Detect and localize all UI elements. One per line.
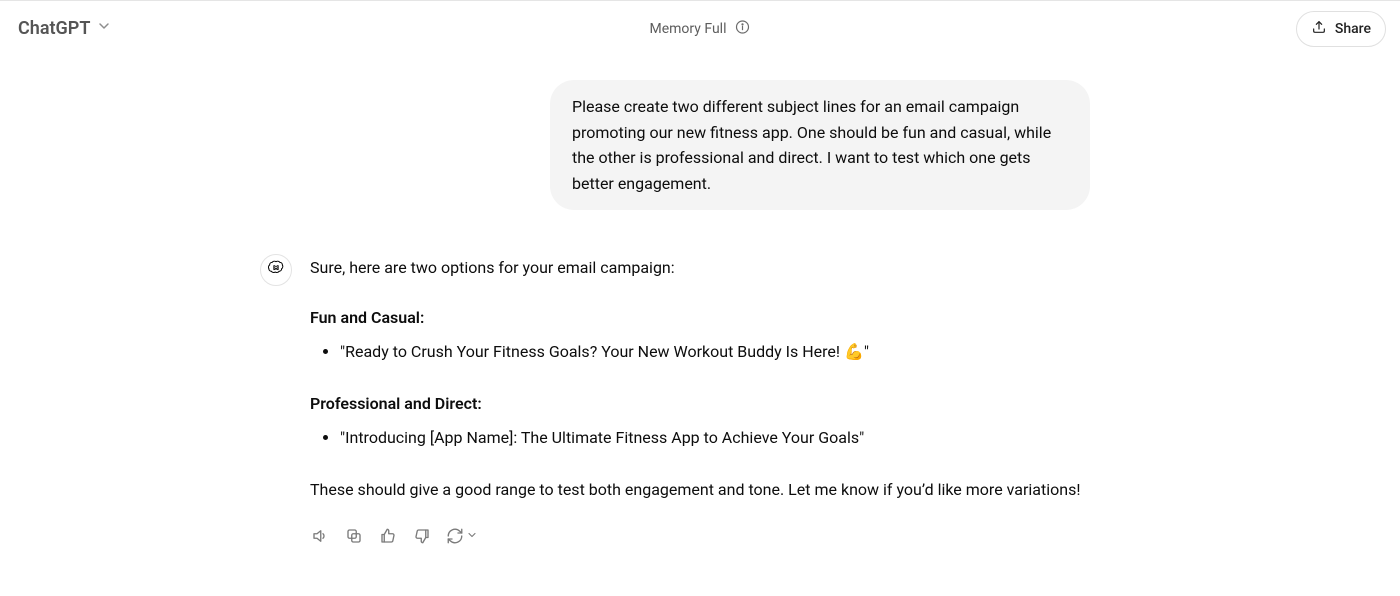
chevron-down-icon <box>96 18 112 39</box>
share-label: Share <box>1335 21 1371 37</box>
message-actions <box>310 522 1090 550</box>
memory-status[interactable]: Memory Full <box>650 19 751 39</box>
section-heading-pro: Professional and Direct: <box>310 390 1090 418</box>
assistant-intro: Sure, here are two options for your emai… <box>310 254 1090 282</box>
chat-area: Please create two different subject line… <box>310 56 1090 550</box>
memory-status-text: Memory Full <box>650 21 727 37</box>
assistant-message: Sure, here are two options for your emai… <box>310 254 1090 550</box>
list-item: "Introducing [App Name]: The Ultimate Fi… <box>340 422 1090 454</box>
openai-logo-icon <box>267 259 285 281</box>
assistant-body: Sure, here are two options for your emai… <box>310 254 1090 550</box>
user-message-bubble: Please create two different subject line… <box>550 80 1090 210</box>
list-fun: "Ready to Crush Your Fitness Goals? Your… <box>310 336 1090 368</box>
list-item: "Ready to Crush Your Fitness Goals? Your… <box>340 336 1090 368</box>
regenerate-button[interactable] <box>446 522 478 550</box>
thumbs-up-button[interactable] <box>378 526 398 546</box>
list-pro: "Introducing [App Name]: The Ultimate Fi… <box>310 422 1090 454</box>
read-aloud-button[interactable] <box>310 526 330 546</box>
model-switcher[interactable]: ChatGPT <box>8 12 122 45</box>
thumbs-down-button[interactable] <box>412 526 432 546</box>
copy-button[interactable] <box>344 526 364 546</box>
section-heading-fun: Fun and Casual: <box>310 304 1090 332</box>
top-bar: ChatGPT Memory Full Share <box>0 0 1400 56</box>
chevron-down-icon <box>466 522 478 550</box>
share-button[interactable]: Share <box>1296 11 1386 47</box>
assistant-avatar <box>260 254 292 286</box>
info-icon <box>735 19 751 39</box>
upload-icon <box>1311 19 1327 39</box>
assistant-closing: These should give a good range to test b… <box>310 476 1090 504</box>
user-message-text: Please create two different subject line… <box>572 97 1051 193</box>
model-label: ChatGPT <box>18 18 90 39</box>
